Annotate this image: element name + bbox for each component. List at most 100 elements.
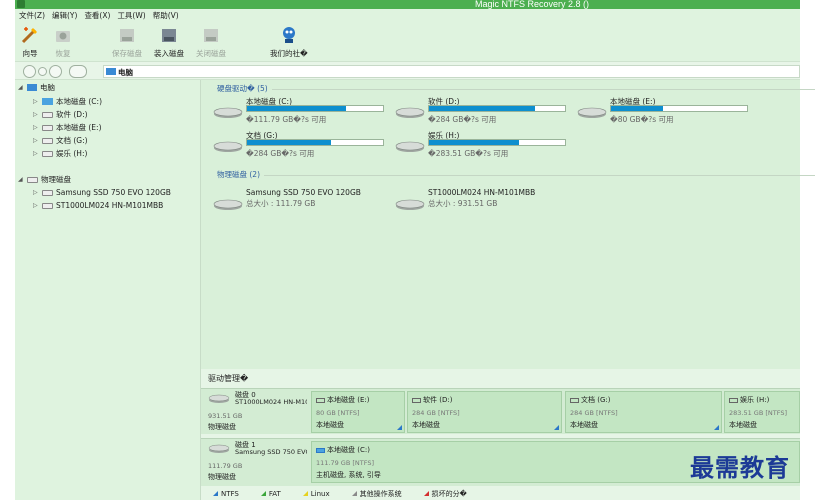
expand-icon[interactable]: ▷: [33, 98, 42, 105]
tree-item-computer[interactable]: ◢ 电脑: [18, 82, 55, 93]
address-bar: 电脑: [15, 61, 800, 80]
legend-linux: Linux: [302, 490, 330, 498]
disk-icon: [208, 444, 230, 453]
damaged-marker-icon: [423, 491, 429, 496]
community-icon: [279, 25, 299, 45]
disk-icon: [27, 176, 38, 183]
load-disk-icon: [159, 25, 179, 45]
partition-legend: NTFS FAT Linux 其他操作系统 损坏的分�: [201, 487, 800, 500]
title-bar: Magic NTFS Recovery 2.8 (): [15, 0, 800, 9]
tree-item-disk[interactable]: ▷ ST1000LM024 HN-M101MBB: [33, 201, 163, 210]
window-title: Magic NTFS Recovery 2.8 (): [475, 0, 590, 9]
collapse-icon[interactable]: ◢: [18, 176, 27, 183]
expand-icon[interactable]: ▷: [33, 189, 42, 196]
windows-drive-icon: [42, 98, 53, 105]
physical-disks-header: 物理磁盘 (2): [217, 169, 815, 180]
drive-tile[interactable]: 本地磁盘 (C:) �111.79 GB�?s 可用: [213, 96, 384, 126]
menu-edit[interactable]: 编辑(Y): [52, 10, 77, 21]
partition-block[interactable]: 娱乐 (H:) 283.51 GB [NTFS] 本地磁盘: [724, 391, 800, 433]
watermark: 最需教育: [690, 453, 790, 482]
expand-icon[interactable]: ▷: [33, 124, 42, 131]
main-panel: 硬盘驱动� (5) 本地磁盘 (C:) �111.79 GB�?s 可用 软件 …: [201, 80, 815, 369]
drive-icon: [42, 111, 53, 118]
address-path: 电脑: [118, 68, 133, 77]
legend-damaged: 损坏的分�: [423, 489, 467, 499]
menu-help[interactable]: 帮助(V): [153, 10, 179, 21]
drive-tile[interactable]: 本地磁盘 (E:) �80 GB�?s 可用: [577, 96, 748, 126]
menu-tools[interactable]: 工具(W): [117, 10, 145, 21]
address-field[interactable]: 电脑: [103, 65, 800, 78]
disk-icon: [213, 199, 243, 210]
linux-marker-icon: [302, 491, 308, 496]
drive-icon: [42, 150, 53, 157]
legend-other-os: 其他操作系统: [351, 489, 402, 499]
community-button[interactable]: 我们的社�: [270, 25, 308, 59]
drive-icon: [213, 141, 243, 152]
disk-icon: [208, 394, 230, 403]
drive-tile[interactable]: 文档 (G:) �284 GB�?s 可用: [213, 130, 384, 160]
partition-block[interactable]: 软件 (D:) 284 GB [NTFS] 本地磁盘: [407, 391, 562, 433]
expand-icon[interactable]: ▷: [33, 111, 42, 118]
restore-button[interactable]: 恢复: [53, 25, 73, 59]
menu-view[interactable]: 查看(X): [84, 10, 110, 21]
load-disk-button[interactable]: 装入磁盘: [154, 25, 184, 59]
tree-item-drive[interactable]: ▷ 软件 (D:): [33, 109, 88, 120]
tree-item-drive[interactable]: ▷ 本地磁盘 (E:): [33, 122, 102, 133]
wizard-icon: [20, 25, 40, 45]
usage-bar: [246, 105, 384, 112]
usage-bar: [246, 139, 384, 146]
drive-icon: [42, 137, 53, 144]
close-disk-button[interactable]: 关闭磁盘: [196, 25, 226, 59]
menu-file[interactable]: 文件(Z): [19, 10, 45, 21]
collapse-icon[interactable]: ◢: [18, 84, 27, 91]
legend-fat: FAT: [260, 490, 281, 498]
fat-marker-icon: [260, 491, 266, 496]
tree-item-physical[interactable]: ◢ 物理磁盘: [18, 174, 71, 185]
other-os-marker-icon: [351, 491, 357, 496]
ntfs-marker-icon: [397, 425, 402, 430]
tree-item-drive[interactable]: ▷ 娱乐 (H:): [33, 148, 87, 159]
expand-icon[interactable]: ▷: [33, 137, 42, 144]
drive-tile[interactable]: 娱乐 (H:) �283.51 GB�?s 可用: [395, 130, 566, 160]
dropdown-button[interactable]: [38, 67, 47, 76]
drive-tile[interactable]: 软件 (D:) �284 GB�?s 可用: [395, 96, 566, 126]
partition-block[interactable]: 文档 (G:) 284 GB [NTFS] 本地磁盘: [565, 391, 722, 433]
physical-disk-tile[interactable]: ST1000LM024 HN-M101MBB 总大小 : 931.51 GB: [395, 188, 565, 218]
physical-disk-tile[interactable]: Samsung SSD 750 EVO 120GB 总大小 : 111.79 G…: [213, 188, 383, 218]
usage-bar: [428, 139, 566, 146]
disk-icon: [42, 189, 53, 196]
drive-icon: [570, 397, 579, 403]
usage-bar: [428, 105, 566, 112]
expand-icon[interactable]: ▷: [33, 202, 42, 209]
drive-icon: [395, 141, 425, 152]
windows-drive-icon: [316, 447, 325, 453]
disk-info[interactable]: 磁盘 0 ST1000LM024 HN-M10 931.51 GB 物理磁盘: [204, 389, 308, 435]
drive-icon: [729, 397, 738, 403]
ntfs-marker-icon: [213, 491, 218, 496]
restore-icon: [53, 25, 73, 45]
drive-management-title: 驱动管理�: [208, 374, 249, 383]
disk-icon: [395, 199, 425, 210]
drive-icon: [42, 124, 53, 131]
up-button[interactable]: [69, 65, 87, 78]
windows-drive-icon: [213, 107, 243, 118]
back-button[interactable]: [23, 65, 36, 78]
close-disk-icon: [201, 25, 221, 45]
drive-icon: [316, 397, 325, 403]
save-disk-button[interactable]: 保存磁盘: [112, 25, 142, 59]
drive-icon: [412, 397, 421, 403]
drive-icon: [395, 107, 425, 118]
partition-block[interactable]: 本地磁盘 (E:) 80 GB [NTFS] 本地磁盘: [311, 391, 405, 433]
disk-info[interactable]: 磁盘 1 Samsung SSD 750 EVO 111.79 GB 物理磁盘: [204, 439, 308, 485]
hard-drives-header: 硬盘驱动� (5): [217, 83, 815, 94]
tree-item-drive[interactable]: ▷ 文档 (G:): [33, 135, 88, 146]
expand-icon[interactable]: ▷: [33, 150, 42, 157]
menu-bar: 文件(Z) 编辑(Y) 查看(X) 工具(W) 帮助(V): [15, 9, 800, 22]
forward-button[interactable]: [49, 65, 62, 78]
tree-item-disk[interactable]: ▷ Samsung SSD 750 EVO 120GB: [33, 188, 171, 197]
wizard-button[interactable]: 向导: [20, 25, 40, 59]
tree-item-drive[interactable]: ▷ 本地磁盘 (C:): [33, 96, 102, 107]
computer-icon: [27, 84, 37, 91]
save-disk-icon: [117, 25, 137, 45]
usage-bar: [610, 105, 748, 112]
